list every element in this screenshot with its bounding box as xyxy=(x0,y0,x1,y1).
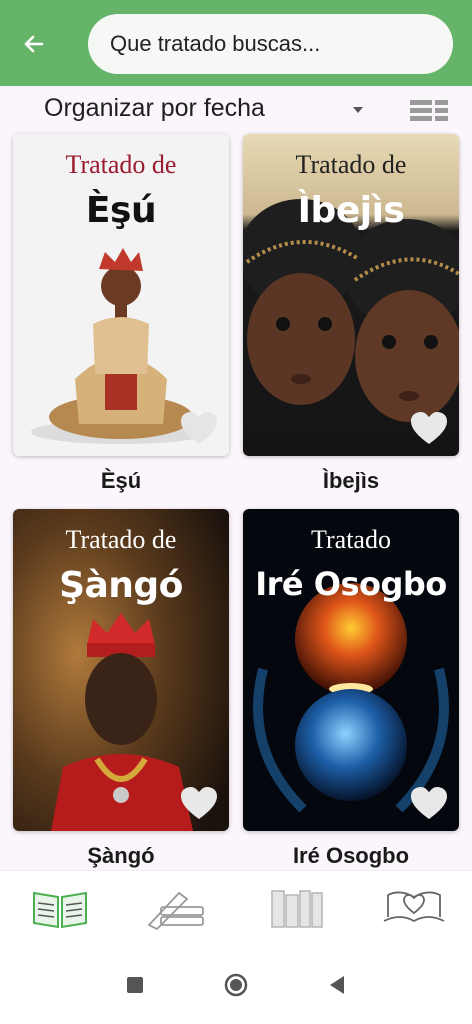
book-title-ire-osogbo[interactable]: Iré Osogbo xyxy=(243,843,459,869)
book-card-ire-osogbo[interactable]: Tratado Iré Osogbo xyxy=(243,509,459,831)
cover-caption-top: Tratado de xyxy=(65,150,177,179)
cover-image-ibejis xyxy=(243,134,459,456)
nav-item-books[interactable] xyxy=(30,885,90,931)
app-header: Que tratado buscas... xyxy=(0,0,472,86)
list-view-icon[interactable] xyxy=(410,98,448,122)
cover-caption-title: Ìbejìs xyxy=(297,190,405,231)
cover-image-ire-osogbo xyxy=(243,509,459,831)
sort-row: Organizar por fecha xyxy=(0,86,472,134)
cover-caption-top: Tratado de xyxy=(65,525,177,554)
cover-caption-top: Tratado xyxy=(311,525,391,554)
bookshelf-icon xyxy=(271,890,323,928)
books-stack-icon xyxy=(147,891,204,931)
book-card-esu[interactable]: Tratado de Èşú xyxy=(13,134,229,456)
book-card-sango[interactable]: Tratado de Şàngó xyxy=(13,509,229,831)
book-title-esu[interactable]: Èşú xyxy=(13,468,229,494)
system-navigation-bar xyxy=(0,946,472,1024)
arrow-left-icon xyxy=(24,35,44,53)
catalog-content: Organizar por fecha Tratado de Èşú Èşú T… xyxy=(0,86,472,870)
book-card-ibejis[interactable]: Tratado de Ìbejìs xyxy=(243,134,459,456)
search-input[interactable]: Que tratado buscas... xyxy=(88,14,453,74)
nav-item-reading[interactable] xyxy=(145,885,205,931)
book-title-ibejis[interactable]: Ìbejìs xyxy=(243,468,459,494)
heart-icon[interactable] xyxy=(181,412,217,446)
bottom-navigation xyxy=(0,870,472,946)
heart-icon[interactable] xyxy=(411,412,447,446)
book-heart-icon xyxy=(383,891,445,923)
cover-image-esu xyxy=(13,134,229,456)
home-icon[interactable] xyxy=(221,970,251,1000)
nav-item-favorites[interactable] xyxy=(382,885,445,931)
recents-icon[interactable] xyxy=(120,970,150,1000)
open-book-icon xyxy=(33,891,87,929)
back-nav-icon[interactable] xyxy=(322,970,352,1000)
sort-dropdown[interactable]: Organizar por fecha xyxy=(44,94,265,123)
cover-caption-title: Şàngó xyxy=(59,565,183,606)
caret-down-icon[interactable] xyxy=(350,102,366,118)
nav-item-library[interactable] xyxy=(268,885,328,931)
cover-caption-top: Tratado de xyxy=(295,150,407,179)
cover-image-sango xyxy=(13,509,229,831)
book-title-sango[interactable]: Şàngó xyxy=(13,843,229,869)
cover-caption-title: Iré Osogbo xyxy=(255,565,447,603)
heart-icon[interactable] xyxy=(411,787,447,821)
cover-caption-title: Èşú xyxy=(85,190,157,231)
back-button[interactable] xyxy=(14,24,54,64)
heart-icon[interactable] xyxy=(181,787,217,821)
